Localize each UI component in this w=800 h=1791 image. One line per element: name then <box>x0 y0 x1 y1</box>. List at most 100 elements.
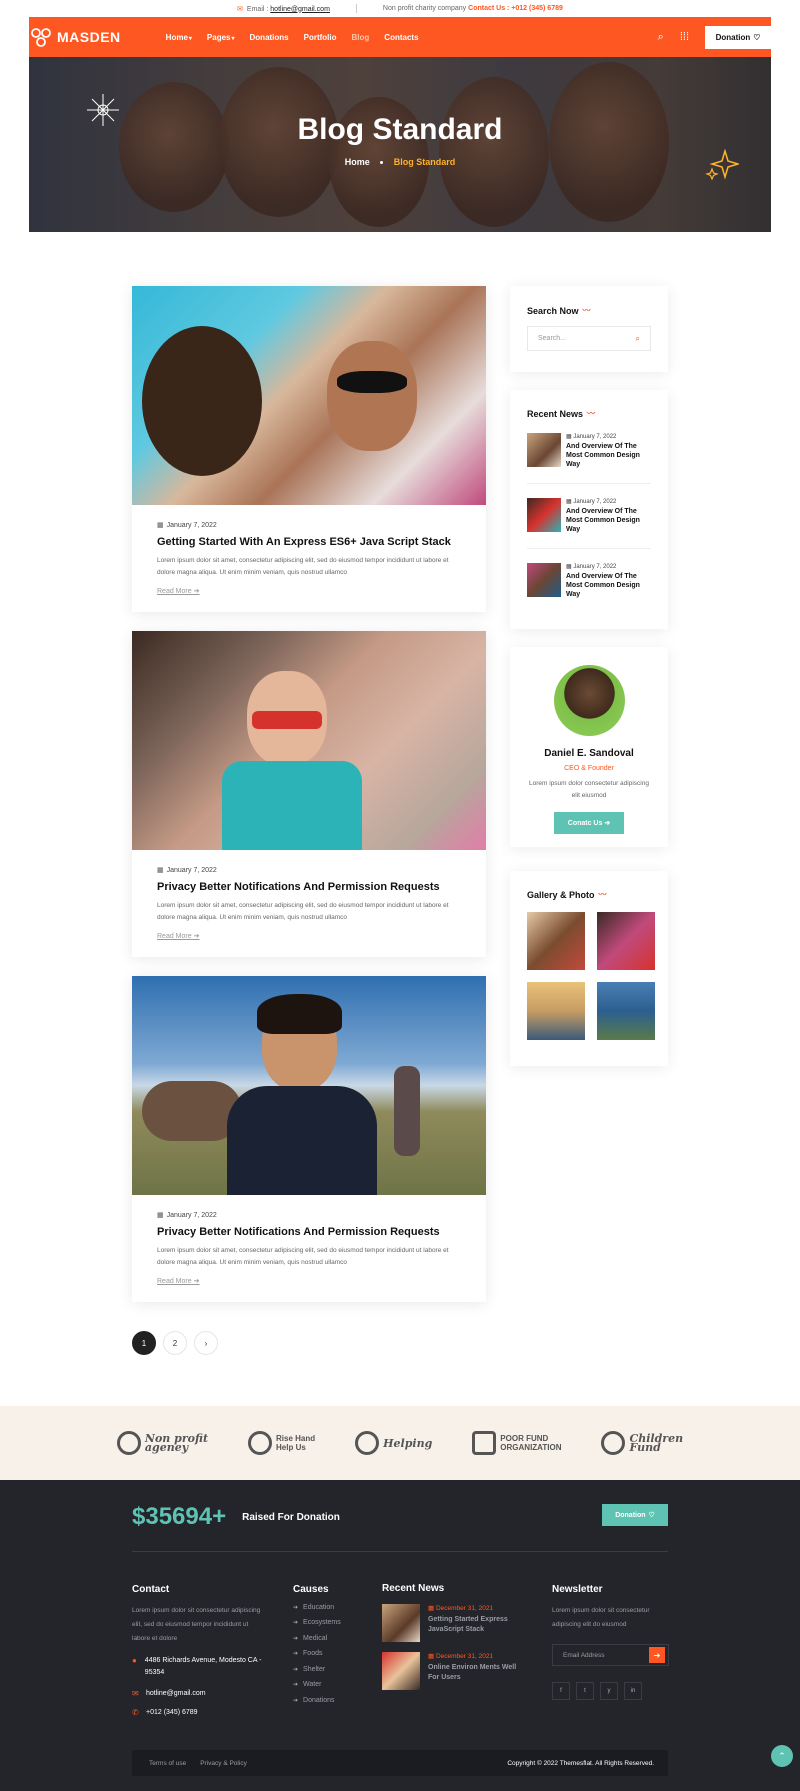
mail-icon: ✉ <box>237 5 243 13</box>
email-prefix: Email : <box>246 5 269 13</box>
heart-icon: ♡ <box>753 32 761 42</box>
recent-news-item[interactable]: ▦ January 7, 2022 And Overview Of The Mo… <box>527 563 651 613</box>
search-widget: Search Now 〰 Search... ⌕ <box>510 286 668 372</box>
read-more-link[interactable]: Read More ➔ <box>157 1277 461 1285</box>
partner-icon <box>355 1431 380 1455</box>
cause-link[interactable]: Water <box>293 1681 373 1688</box>
nav-item-portfolio[interactable]: Portfolio <box>304 33 337 42</box>
raised-amount: $35694+ <box>132 1503 227 1530</box>
recent-news-item[interactable]: ▦ January 7, 2022 And Overview Of The Mo… <box>527 433 651 484</box>
partner-logo[interactable]: Children Fund <box>601 1431 683 1455</box>
blog-post-card: ▦ January 7, 2022 Getting Started With An… <box>132 286 486 612</box>
youtube-icon[interactable]: y <box>600 1682 618 1700</box>
widget-title: Search Now 〰 <box>527 305 591 316</box>
copyright: Copyright © 2022 Themesflat. All Rights … <box>507 1759 654 1767</box>
chevron-down-icon: ▾ <box>231 35 235 42</box>
partner-logo[interactable]: Rise Hand Help Us <box>248 1431 315 1455</box>
nav-item-blog[interactable]: Blog <box>352 33 370 42</box>
footer-phone[interactable]: +012 (345) 6789 <box>146 1707 198 1719</box>
footer-news-item[interactable]: ▦ December 31, 2021 Getting Started Expr… <box>382 1604 522 1642</box>
blog-post-card: ▦ January 7, 2022 Privacy Better Notifica… <box>132 631 486 957</box>
news-title: Getting Started Express JavaScript Stack <box>428 1616 508 1633</box>
topbar-info: Non profit charity company Contact Us : … <box>383 5 563 12</box>
post-excerpt: Lorem ipsum dolor sit amet, consectetur … <box>157 557 449 576</box>
divider <box>355 4 357 13</box>
footer-newsletter: Newsletter Lorem ipsum dolor sit consect… <box>552 1584 670 1700</box>
address: 4486 Richards Avenue, Modesto CA - 95354 <box>144 1657 262 1676</box>
cause-link[interactable]: Shelter <box>293 1666 373 1673</box>
nav-item-donations[interactable]: Donations <box>250 33 289 42</box>
nav-item-contacts[interactable]: Contacts <box>384 33 418 42</box>
partner-icon <box>248 1431 273 1455</box>
partner-logo[interactable]: Helping <box>355 1431 432 1455</box>
arrow-right-icon: ➔ <box>193 933 200 940</box>
gallery-widget: Gallery & Photo 〰 <box>510 871 668 1066</box>
contact-phone[interactable]: Contact Us : +012 (345) 6789 <box>468 5 563 12</box>
search-icon[interactable]: ⌕ <box>658 31 664 44</box>
contact-us-button[interactable]: Conatc Us ➔ <box>554 812 624 834</box>
calendar-icon: ▦ <box>428 1653 436 1660</box>
cause-link[interactable]: Education <box>293 1604 373 1611</box>
email-link[interactable]: hotline@gmail.com <box>270 6 330 13</box>
cause-link[interactable]: Donations <box>293 1697 373 1704</box>
calendar-icon: ▦ <box>157 522 164 529</box>
facebook-icon[interactable]: f <box>552 1682 570 1700</box>
post-title[interactable]: Privacy Better Notifications And Permiss… <box>157 1226 461 1238</box>
donation-button[interactable]: Donation ♡ <box>705 25 771 49</box>
divider <box>132 1551 668 1552</box>
post-image[interactable] <box>132 286 486 505</box>
search-icon[interactable]: ⌕ <box>636 334 640 344</box>
cause-link[interactable]: Foods <box>293 1650 373 1657</box>
breadcrumb-home[interactable]: Home <box>345 157 370 167</box>
wave-icon: 〰 <box>587 409 595 418</box>
terms-link[interactable]: Terms of use <box>149 1760 186 1767</box>
footer-bottom-bar: Terms of use Privacy & Policy Copyright … <box>132 1750 668 1776</box>
footer-donation-button[interactable]: Donation ♡ <box>602 1504 668 1526</box>
arrow-right-icon: ➔ <box>604 820 611 827</box>
recent-news-item[interactable]: ▦ January 7, 2022 And Overview Of The Mo… <box>527 498 651 549</box>
post-title[interactable]: Getting Started With An Express ES6+ Jav… <box>157 536 461 548</box>
widget-title: Recent News 〰 <box>527 408 595 419</box>
scroll-to-top-button[interactable]: ⌃ <box>771 1745 793 1767</box>
gallery-photo[interactable] <box>527 912 585 970</box>
partner-logos: Non profit ageney Rise Hand Help Us Helpin… <box>0 1406 800 1480</box>
read-more-link[interactable]: Read More ➔ <box>157 587 461 595</box>
partner-icon <box>472 1431 497 1455</box>
post-image[interactable] <box>132 976 486 1195</box>
footer-email[interactable]: hotline@gmail.com <box>146 1688 206 1700</box>
cause-link[interactable]: Medical <box>293 1635 373 1642</box>
logo[interactable]: MASDEN <box>30 26 121 48</box>
newsletter-email-input[interactable]: Email Address ➔ <box>552 1644 669 1666</box>
read-more-link[interactable]: Read More ➔ <box>157 932 461 940</box>
next-page-button[interactable]: › <box>194 1331 218 1355</box>
cause-link[interactable]: Ecosystems <box>293 1619 373 1626</box>
linkedin-icon[interactable]: in <box>624 1682 642 1700</box>
search-input[interactable]: Search... ⌕ <box>527 326 651 351</box>
post-excerpt: Lorem ipsum dolor sit amet, consectetur … <box>157 1247 449 1266</box>
privacy-link[interactable]: Privacy & Policy <box>200 1760 247 1767</box>
post-title[interactable]: Privacy Better Notifications And Permiss… <box>157 881 461 893</box>
news-date: ▦ January 7, 2022 <box>566 564 617 570</box>
nav-item-pages[interactable]: Pages▾ <box>207 33 235 42</box>
wave-icon: 〰 <box>582 306 591 315</box>
gallery-photo[interactable] <box>527 982 585 1040</box>
logo-text: MASDEN <box>57 29 121 45</box>
page-2-button[interactable]: 2 <box>163 1331 187 1355</box>
footer-contact: Contact Lorem ipsum dolor sit consectetu… <box>132 1584 262 1719</box>
tagline: Non profit charity company <box>382 5 467 12</box>
gallery-photo[interactable] <box>597 982 655 1040</box>
grid-menu-icon[interactable]: ⁞⁞⁞ <box>680 31 689 43</box>
widget-title: Gallery & Photo 〰 <box>527 889 607 900</box>
nav-item-home[interactable]: Home▾ <box>166 33 192 42</box>
twitter-icon[interactable]: t <box>576 1682 594 1700</box>
post-excerpt: Lorem ipsum dolor sit amet, consectetur … <box>157 902 449 921</box>
gallery-photo[interactable] <box>597 912 655 970</box>
post-image[interactable] <box>132 631 486 850</box>
submit-arrow-icon[interactable]: ➔ <box>649 1647 665 1663</box>
recent-news-widget: Recent News 〰 ▦ January 7, 2022 And Overv… <box>510 390 668 629</box>
partner-logo[interactable]: Non profit ageney <box>116 1431 208 1455</box>
page-1-button[interactable]: 1 <box>132 1331 156 1355</box>
partner-logo[interactable]: POOR FUND ORGANIZATION <box>472 1431 561 1455</box>
footer-news-item[interactable]: ▦ December 31, 2021 Online Environ Ments… <box>382 1652 522 1690</box>
breadcrumb: Home Blog Standard <box>29 157 771 167</box>
